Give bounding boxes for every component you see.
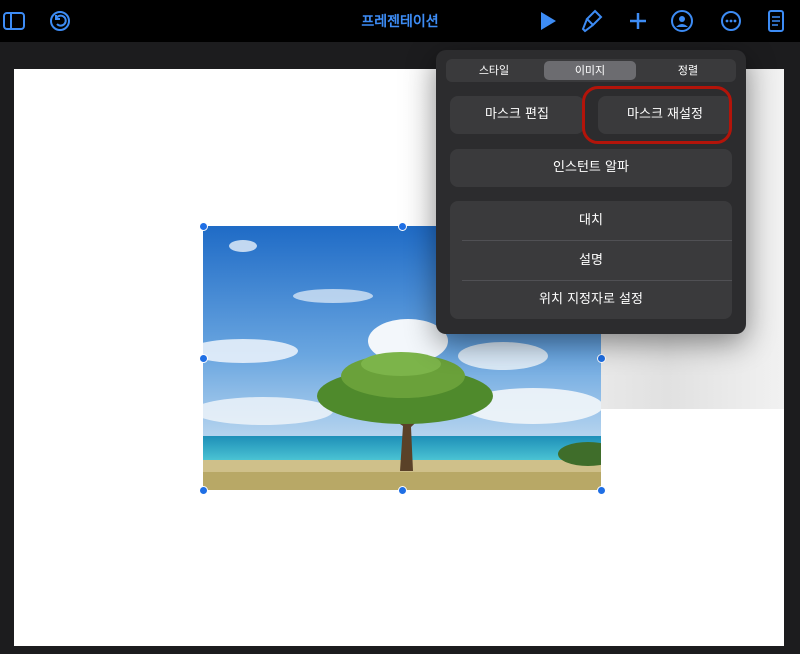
document-icon[interactable]	[764, 9, 788, 33]
edit-mask-button[interactable]: 마스크 편집	[450, 96, 584, 134]
tab-arrange[interactable]: 정렬	[640, 59, 736, 82]
highlight-annotation	[582, 86, 732, 144]
paintbrush-icon[interactable]	[580, 9, 604, 33]
list-item-replace[interactable]: 대치	[450, 201, 732, 240]
list-item-description[interactable]: 설명	[450, 241, 732, 280]
resize-handle-top-left[interactable]	[199, 222, 208, 231]
tab-style[interactable]: 스타일	[446, 59, 542, 82]
plus-icon[interactable]	[626, 9, 650, 33]
resize-handle-right[interactable]	[597, 354, 606, 363]
list-item-set-as-placeholder[interactable]: 위치 지정자로 설정	[450, 280, 732, 319]
image-options-list: 대치 설명 위치 지정자로 설정	[450, 201, 732, 319]
top-toolbar: 프레젠테이션	[0, 0, 800, 42]
collaborate-icon[interactable]	[670, 9, 694, 33]
resize-handle-left[interactable]	[199, 354, 208, 363]
more-icon[interactable]	[719, 9, 743, 33]
format-tab-bar: 스타일 이미지 정렬	[446, 59, 736, 82]
resize-handle-bottom-right[interactable]	[597, 486, 606, 495]
resize-handle-bottom-left[interactable]	[199, 486, 208, 495]
play-icon[interactable]	[536, 9, 560, 33]
resize-handle-top[interactable]	[398, 222, 407, 231]
instant-alpha-button[interactable]: 인스턴트 알파	[450, 149, 732, 187]
resize-handle-bottom[interactable]	[398, 486, 407, 495]
tab-image[interactable]: 이미지	[544, 61, 636, 80]
